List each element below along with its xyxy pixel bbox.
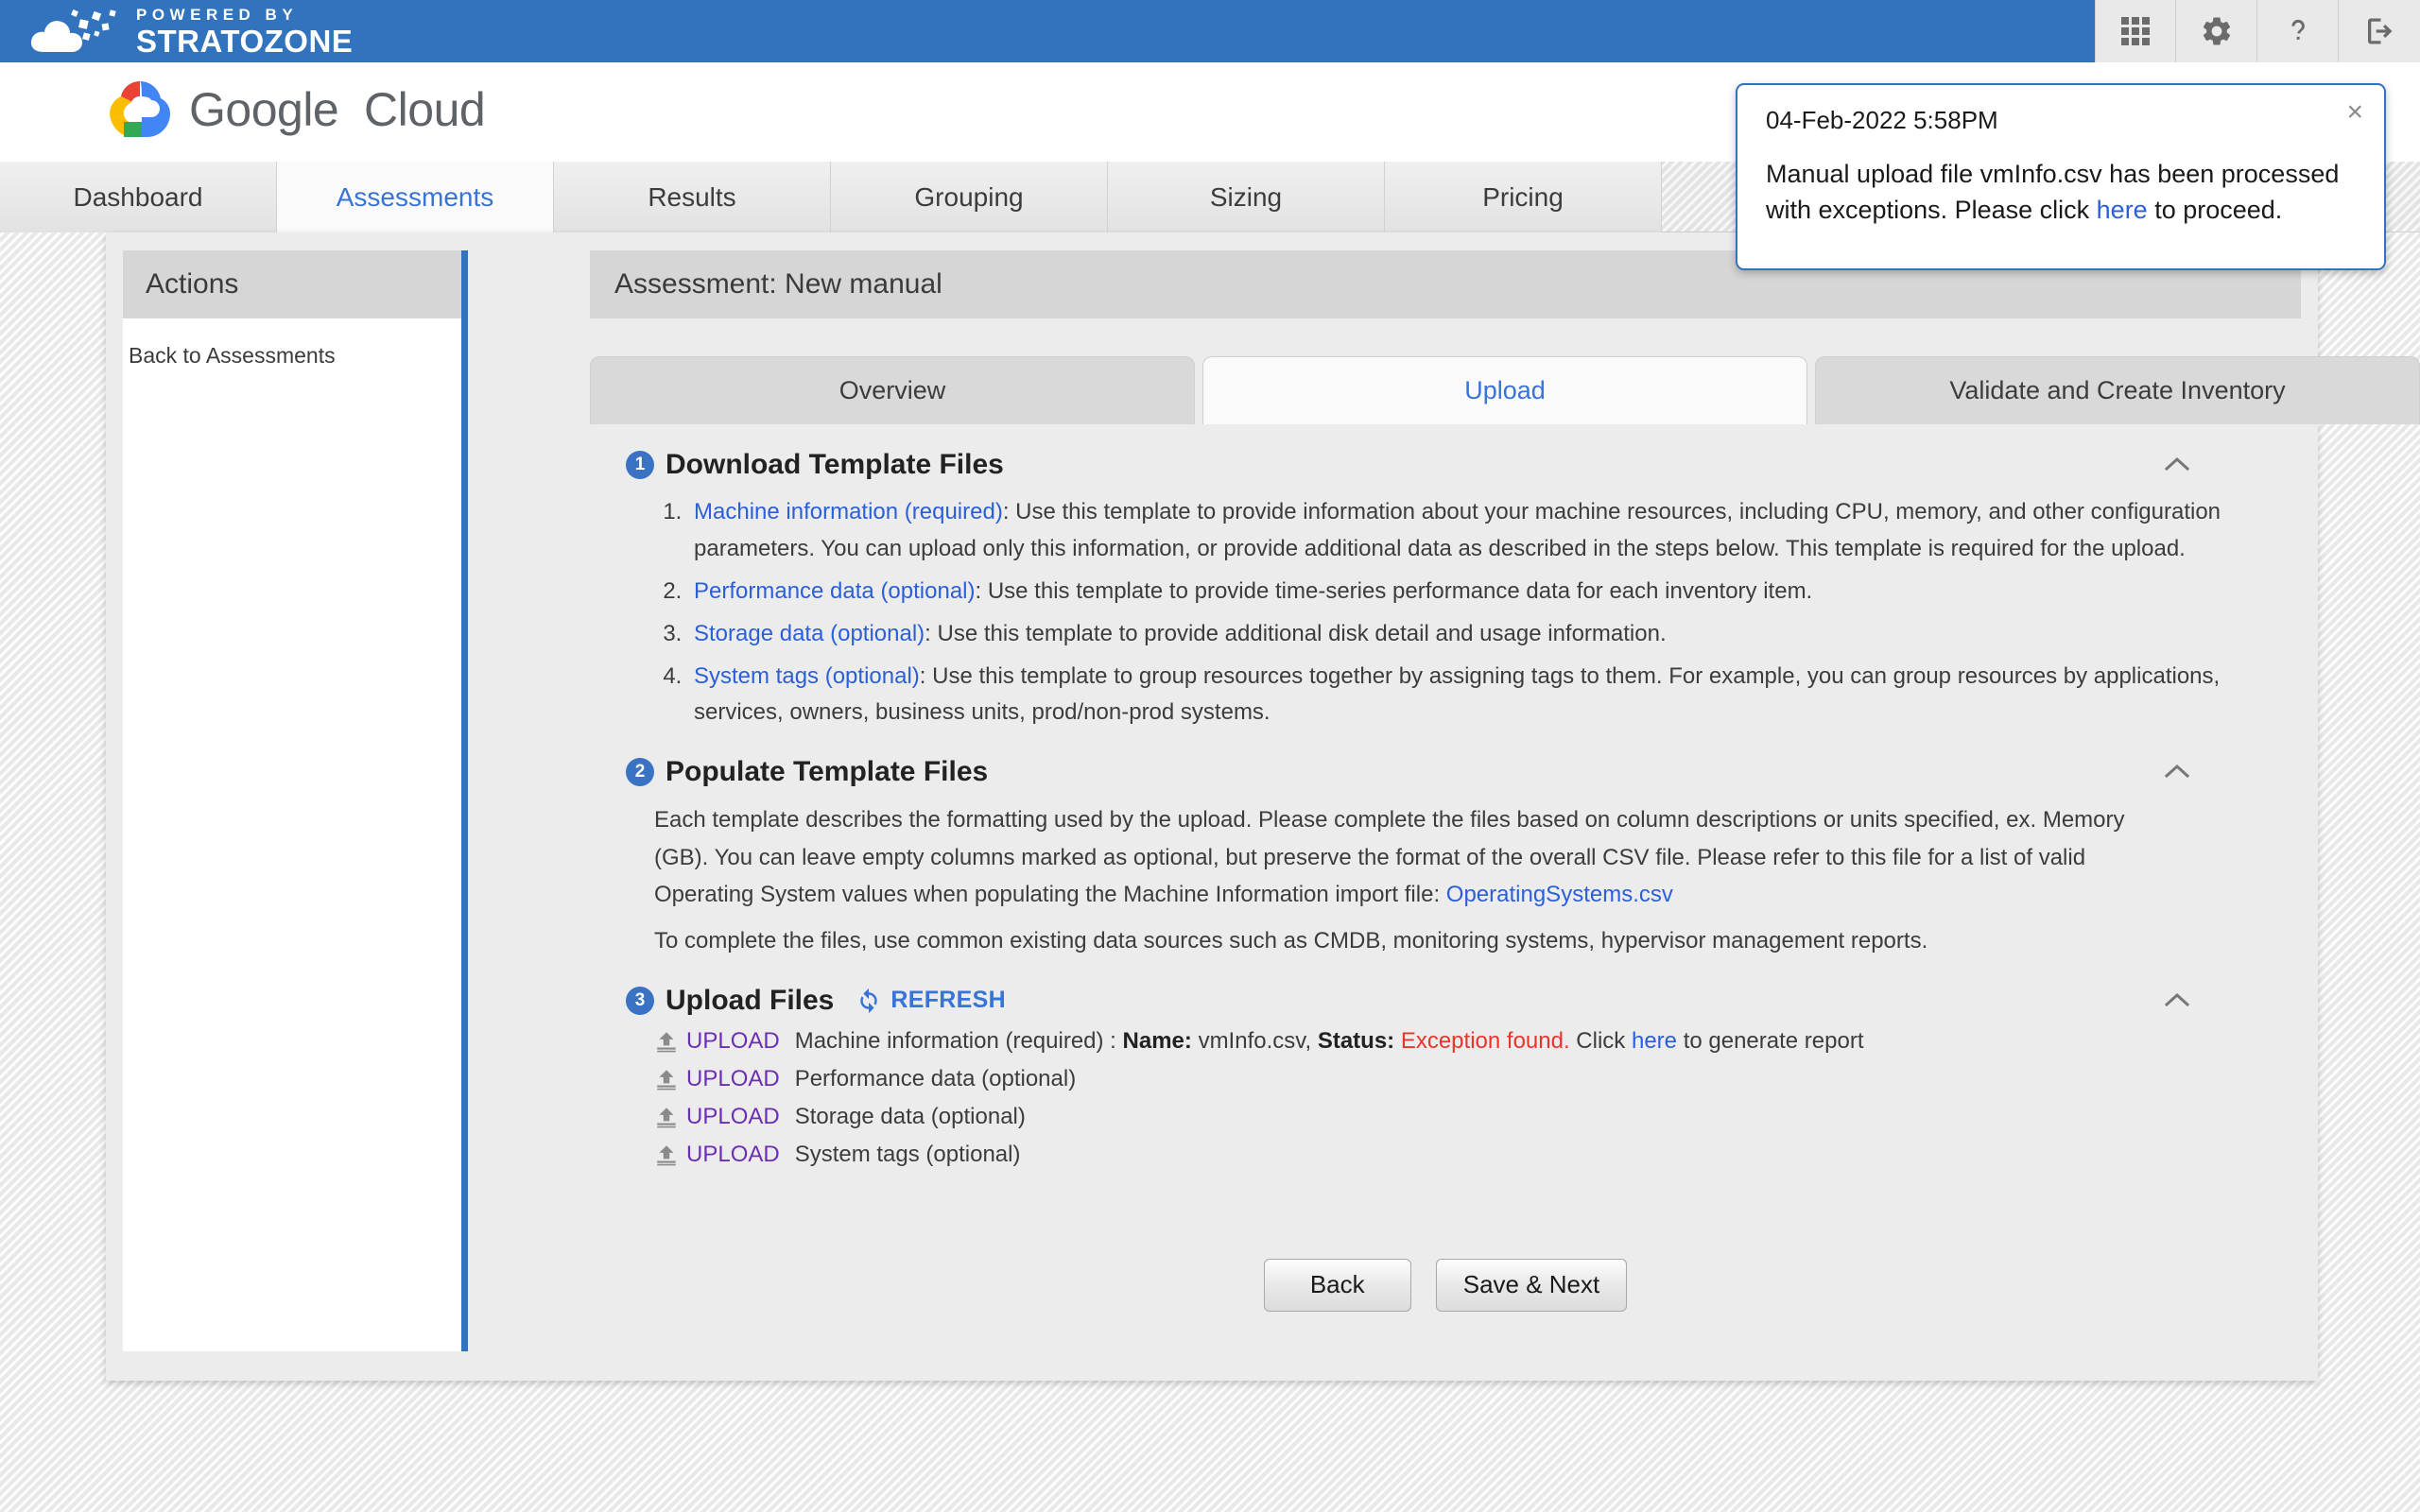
populate-paragraph-1: Each template describes the formatting u… bbox=[590, 801, 2301, 913]
operating-systems-csv-link[interactable]: OperatingSystems.csv bbox=[1446, 882, 1673, 907]
list-item: Machine information (required): Use this… bbox=[688, 494, 2301, 568]
stratozone-cloud-icon bbox=[26, 5, 130, 58]
assessment-subtabs: Overview Upload Validate and Create Inve… bbox=[590, 356, 2420, 424]
section-upload-files: 3 Upload Files REFRESH UPLOAD Machine in… bbox=[590, 985, 2301, 1168]
status-label: Status: bbox=[1317, 1027, 1395, 1054]
tab-validate-create-inventory[interactable]: Validate and Create Inventory bbox=[1815, 356, 2420, 424]
collapse-chevron-up-icon[interactable] bbox=[2165, 764, 2189, 779]
upload-icon bbox=[657, 1069, 676, 1091]
machine-information-link[interactable]: Machine information (required) bbox=[694, 499, 1003, 524]
upload-rows: UPLOAD Machine information (required) : … bbox=[590, 1028, 2301, 1168]
sidebar-item-back-to-assessments[interactable]: Back to Assessments bbox=[123, 318, 461, 369]
sidebar-title: Actions bbox=[123, 250, 461, 318]
name-label: Name: bbox=[1122, 1027, 1192, 1054]
list-item: System tags (optional): Use this templat… bbox=[688, 659, 2301, 732]
notification-popup: × 04-Feb-2022 5:58PM Manual upload file … bbox=[1736, 83, 2386, 270]
cloud-word: Cloud bbox=[364, 83, 486, 136]
apps-grid-icon[interactable] bbox=[2095, 0, 2176, 62]
storage-data-link[interactable]: Storage data (optional) bbox=[694, 621, 925, 646]
upload-row-description: System tags (optional) bbox=[794, 1141, 1021, 1167]
notification-message: Manual upload file vmInfo.csv has been p… bbox=[1766, 156, 2356, 229]
nav-tab-dashboard[interactable]: Dashboard bbox=[0, 162, 277, 232]
performance-data-link[interactable]: Performance data (optional) bbox=[694, 578, 976, 604]
section-title: Download Template Files bbox=[666, 449, 1004, 480]
step-number-badge: 1 bbox=[626, 451, 654, 479]
back-button[interactable]: Back bbox=[1263, 1258, 1411, 1312]
upload-row-description: Performance data (optional) bbox=[794, 1065, 1077, 1091]
save-next-button[interactable]: Save & Next bbox=[1435, 1258, 1628, 1312]
refresh-icon bbox=[860, 988, 878, 1013]
assessment-content: Assessment: New manual Overview Upload V… bbox=[590, 250, 2420, 1351]
upload-icon bbox=[657, 1031, 676, 1053]
notification-here-link[interactable]: here bbox=[2097, 196, 2148, 224]
nav-tab-results[interactable]: Results bbox=[554, 162, 831, 232]
status-badge: Exception found. bbox=[1400, 1027, 1570, 1054]
upload-machine-information-link[interactable]: UPLOAD bbox=[686, 1028, 780, 1055]
nav-tab-grouping[interactable]: Grouping bbox=[831, 162, 1108, 232]
upload-row-description: Machine information (required) : bbox=[794, 1027, 1116, 1054]
status-click-prefix: Click bbox=[1576, 1027, 1626, 1054]
table-row: UPLOAD Storage data (optional) bbox=[654, 1104, 2301, 1130]
list-item: Storage data (optional): Use this templa… bbox=[688, 616, 2301, 653]
populate-paragraph-2: To complete the files, use common existi… bbox=[654, 928, 1928, 954]
top-app-bar: POWERED BY STRATOZONE bbox=[0, 0, 2420, 62]
section-populate-template-files: 2 Populate Template Files Each template … bbox=[590, 756, 2301, 959]
list-item-text: : Use this template to provide additiona… bbox=[925, 620, 1667, 646]
list-item-text: : Use this template to provide time-seri… bbox=[975, 577, 1813, 604]
brand-stratozone-label: STRATOZONE bbox=[136, 23, 354, 59]
generate-report-link[interactable]: here bbox=[1632, 1028, 1677, 1055]
google-word: Google bbox=[189, 83, 339, 136]
table-row: UPLOAD System tags (optional) bbox=[654, 1142, 2301, 1168]
collapse-chevron-up-icon[interactable] bbox=[2165, 456, 2189, 472]
footer-button-row: Back Save & Next bbox=[590, 1258, 2301, 1312]
close-icon[interactable]: × bbox=[2346, 96, 2363, 129]
google-cloud-icon bbox=[110, 81, 170, 137]
help-icon[interactable] bbox=[2257, 0, 2339, 62]
tab-overview[interactable]: Overview bbox=[590, 356, 1195, 424]
nav-tab-sizing[interactable]: Sizing bbox=[1108, 162, 1385, 232]
upload-performance-data-link[interactable]: UPLOAD bbox=[686, 1066, 780, 1092]
section-download-template-files: 1 Download Template Files Machine inform… bbox=[590, 449, 2301, 731]
status-click-suffix: to generate report bbox=[1683, 1027, 1864, 1054]
stratozone-logo: POWERED BY STRATOZONE bbox=[26, 5, 353, 58]
google-cloud-logo: Google Cloud bbox=[106, 77, 486, 142]
logout-icon[interactable] bbox=[2339, 0, 2420, 62]
system-tags-link[interactable]: System tags (optional) bbox=[694, 663, 920, 689]
name-value: vmInfo.csv, bbox=[1198, 1027, 1312, 1054]
populate-paragraph-text: Each template describes the formatting u… bbox=[654, 807, 2125, 907]
refresh-button[interactable]: REFRESH bbox=[855, 987, 1006, 1015]
actions-sidebar: Actions Back to Assessments bbox=[123, 250, 468, 1351]
notification-message-suffix: to proceed. bbox=[2147, 196, 2283, 225]
step-number-badge: 2 bbox=[626, 758, 654, 787]
refresh-label: REFRESH bbox=[890, 987, 1006, 1014]
upload-storage-data-link[interactable]: UPLOAD bbox=[686, 1104, 780, 1130]
section-title: Upload Files bbox=[666, 984, 835, 1016]
collapse-chevron-up-icon[interactable] bbox=[2165, 992, 2189, 1007]
upload-icon bbox=[657, 1107, 676, 1128]
tab-upload[interactable]: Upload bbox=[1202, 356, 1807, 424]
page-container: Actions Back to Assessments Assessment: … bbox=[106, 232, 2420, 1381]
brand-powered-by-label: POWERED BY bbox=[136, 5, 299, 24]
list-item-text: : Use this template to group resources t… bbox=[694, 662, 2221, 726]
gear-icon[interactable] bbox=[2176, 0, 2257, 62]
table-row: UPLOAD Performance data (optional) bbox=[654, 1066, 2301, 1092]
template-files-list: Machine information (required) : Use this… bbox=[590, 494, 2301, 731]
upload-icon bbox=[657, 1144, 676, 1166]
upload-panel: 1 Download Template Files Machine inform… bbox=[590, 424, 2301, 1351]
top-bar-actions bbox=[2095, 0, 2420, 62]
nav-tab-assessments[interactable]: Assessments bbox=[277, 162, 554, 232]
notification-timestamp: 04-Feb-2022 5:58PM bbox=[1766, 106, 1998, 134]
list-item: Performance data (optional): Use this te… bbox=[688, 574, 2301, 610]
nav-tab-pricing[interactable]: Pricing bbox=[1385, 162, 1662, 232]
upload-row-description: Storage data (optional) bbox=[794, 1103, 1026, 1129]
table-row: UPLOAD Machine information (required) : … bbox=[654, 1028, 2301, 1055]
google-cloud-wordmark: Google Cloud bbox=[189, 82, 486, 137]
section-title: Populate Template Files bbox=[666, 756, 989, 788]
step-number-badge: 3 bbox=[626, 986, 654, 1015]
upload-system-tags-link[interactable]: UPLOAD bbox=[686, 1142, 780, 1168]
